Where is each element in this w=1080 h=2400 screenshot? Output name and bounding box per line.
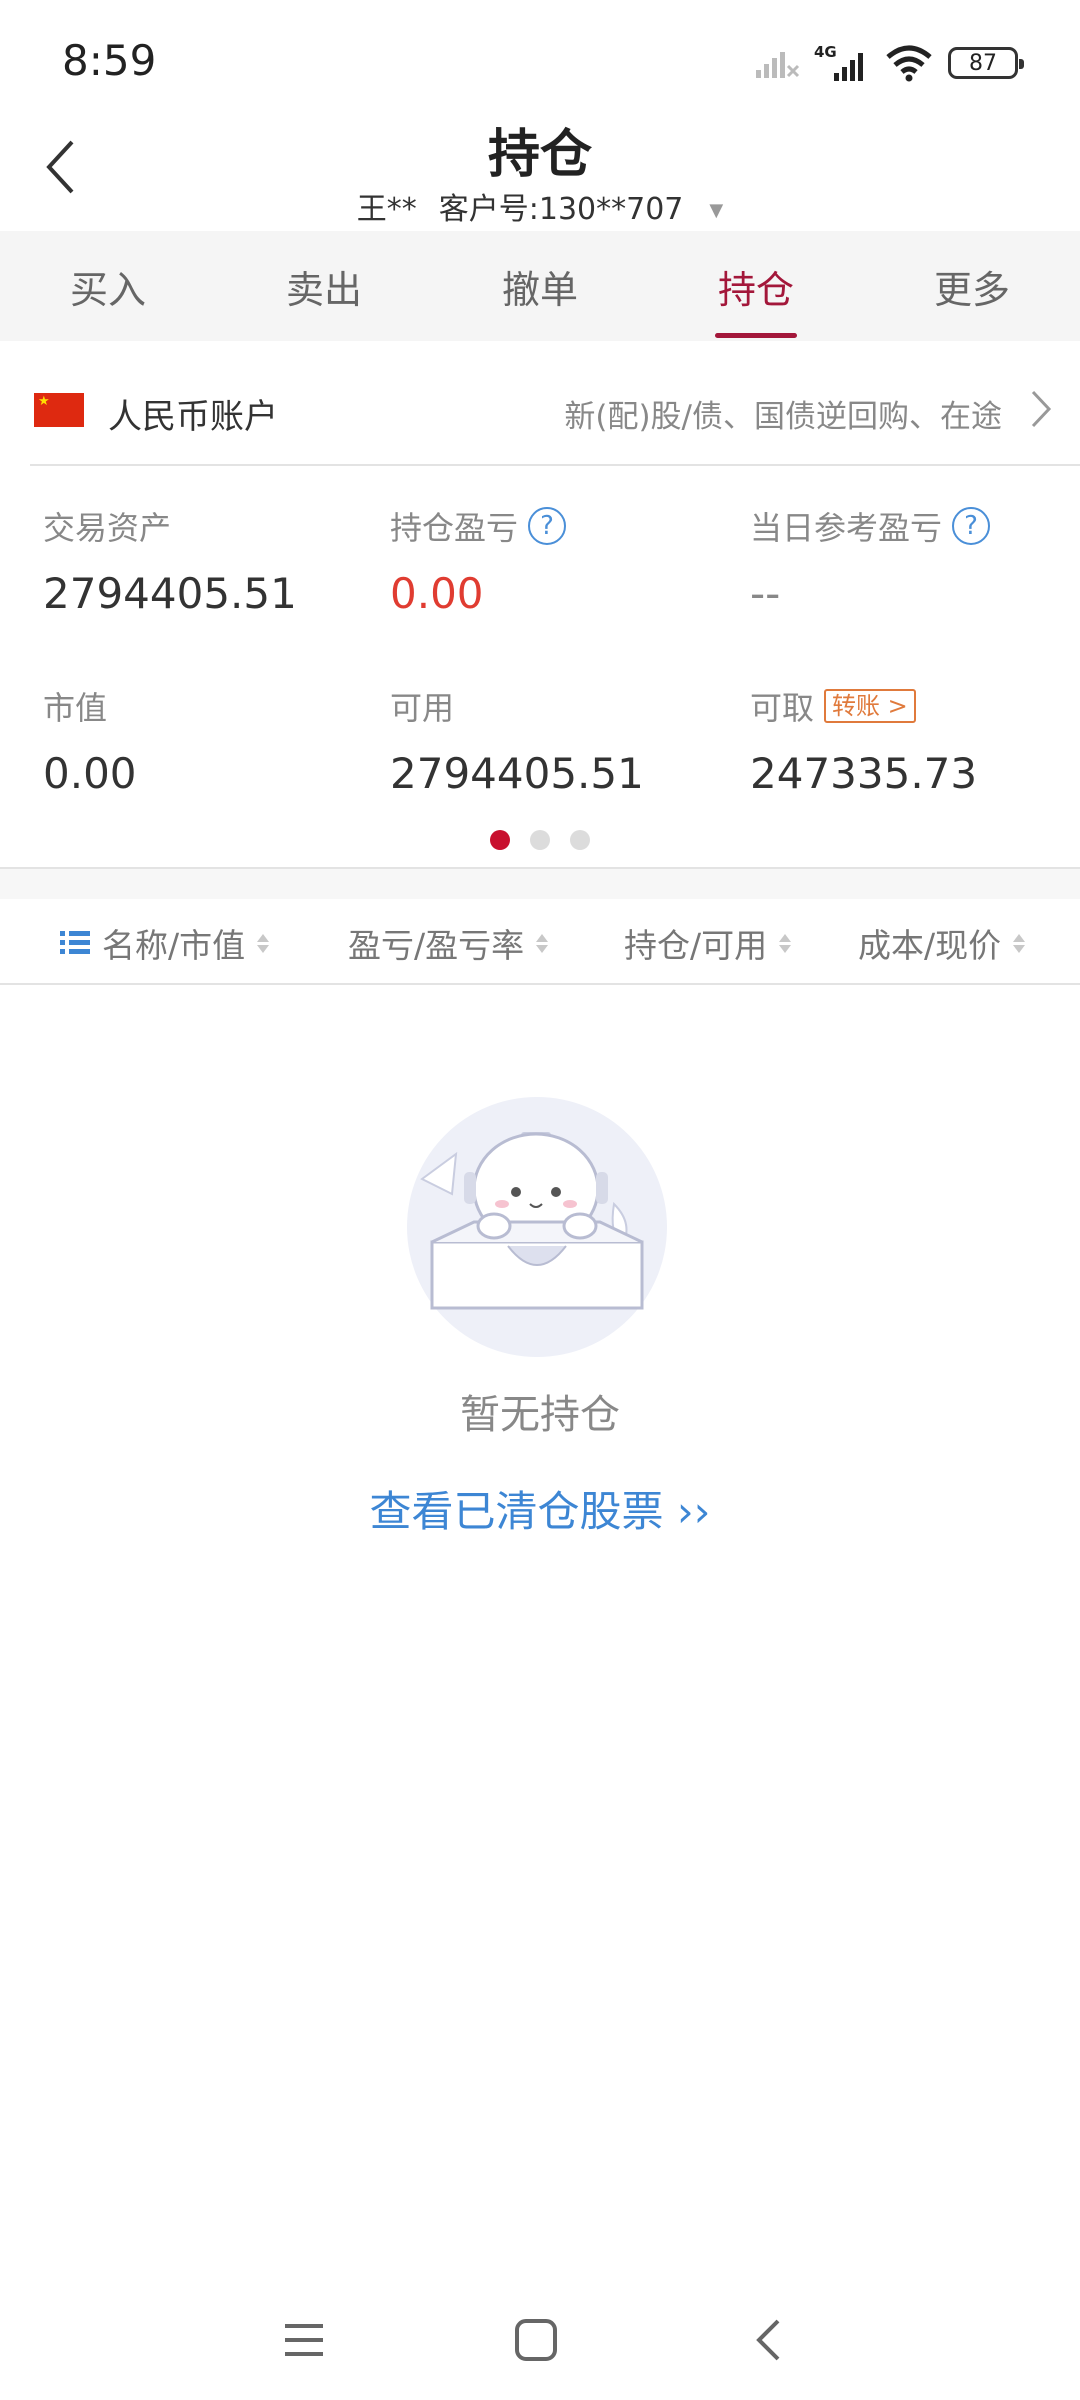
section-divider — [0, 867, 1080, 899]
chevron-right-icon — [1030, 389, 1052, 433]
menu-icon[interactable] — [274, 2310, 334, 2370]
daily-pl-label: 当日参考盈亏 — [750, 509, 943, 547]
battery-icon: 87 — [948, 47, 1024, 79]
page-dot — [570, 830, 590, 850]
nav-back-icon[interactable] — [738, 2310, 798, 2370]
position-pl: 持仓盈亏 ? 0.00 — [390, 503, 567, 618]
list-icon — [60, 931, 90, 954]
position-pl-value: 0.00 — [390, 569, 484, 618]
empty-positions-text: 暂无持仓 — [460, 1392, 620, 1438]
status-bar: 8:59 4G 87 — [0, 0, 1080, 110]
sort-icon — [536, 933, 549, 953]
home-icon[interactable] — [506, 2310, 566, 2370]
china-flag-icon: ★ — [34, 393, 84, 427]
available-value: 2794405.51 — [390, 749, 644, 798]
account-holder-name: 王** — [356, 192, 417, 227]
help-icon[interactable]: ? — [528, 507, 567, 545]
daily-pl: 当日参考盈亏 ? -- — [750, 503, 991, 618]
withdrawable-value: 247335.73 — [750, 749, 978, 798]
empty-box-robot-illustration — [404, 1094, 670, 1360]
withdrawable-label: 可取 — [750, 689, 815, 727]
column-position-label: 持仓/可用 — [624, 926, 768, 965]
positions-table-header: 名称/市值 盈亏/盈亏率 持仓/可用 成本/现价 — [0, 899, 1080, 985]
available-funds: 可用 2794405.51 — [390, 683, 644, 798]
column-name-market-value[interactable]: 名称/市值 — [60, 919, 270, 967]
help-icon[interactable]: ? — [952, 507, 991, 545]
column-cost-price[interactable]: 成本/现价 — [858, 919, 1026, 967]
market-value-value: 0.00 — [43, 749, 137, 798]
daily-pl-value: -- — [750, 569, 781, 618]
position-pl-label: 持仓盈亏 — [390, 509, 519, 547]
withdrawable-funds: 可取 转账 > 247335.73 — [750, 683, 977, 798]
sort-icon — [779, 933, 792, 953]
asset-summary: 交易资产 2794405.51 持仓盈亏 ? 0.00 当日参考盈亏 ? -- … — [0, 467, 1080, 867]
page-dot — [530, 830, 550, 850]
trade-assets-label: 交易资产 — [43, 509, 172, 547]
tab-positions[interactable]: 持仓 — [648, 231, 864, 341]
caret-down-icon: ▼ — [709, 200, 724, 221]
account-type: 人民币账户 — [108, 397, 278, 437]
svg-text:4G: 4G — [814, 43, 837, 61]
account-switcher[interactable]: 王** 客户号:130**707 ▼ — [0, 184, 1080, 228]
market-value-label: 市值 — [43, 689, 108, 727]
customer-number: 客户号:130**707 — [438, 192, 684, 227]
account-row[interactable]: ★ 人民币账户 新(配)股/债、国债逆回购、在途 — [30, 351, 1080, 466]
account-extra-info: 新(配)股/债、国债逆回购、在途 — [564, 399, 1002, 435]
trade-assets-value: 2794405.51 — [43, 569, 297, 618]
header: 持仓 王** 客户号:130**707 ▼ — [0, 110, 1080, 230]
column-pl-label: 盈亏/盈亏率 — [348, 926, 525, 965]
status-icons: 4G 87 — [754, 40, 1024, 86]
signal-4g-icon: 4G — [814, 43, 863, 81]
wifi-icon — [886, 45, 932, 82]
page-title: 持仓 — [487, 125, 592, 185]
tab-more[interactable]: 更多 — [864, 231, 1080, 341]
available-label: 可用 — [390, 689, 455, 727]
column-position-available[interactable]: 持仓/可用 — [624, 919, 792, 967]
page-indicator — [0, 830, 1080, 850]
signal-weak-icon — [756, 52, 800, 78]
view-cleared-stocks-link[interactable]: 查看已清仓股票 ›› — [0, 1478, 1080, 1539]
sort-icon — [1013, 933, 1026, 953]
page-dot-active — [490, 830, 510, 850]
transfer-button[interactable]: 转账 > — [824, 689, 916, 723]
column-profit-loss[interactable]: 盈亏/盈亏率 — [348, 919, 549, 967]
market-value: 市值 0.00 — [43, 683, 137, 798]
tab-cancel-order[interactable]: 撤单 — [432, 231, 648, 341]
trade-assets: 交易资产 2794405.51 — [43, 503, 297, 618]
status-time: 8:59 — [62, 36, 157, 85]
system-navigation-bar — [0, 2290, 1080, 2380]
tab-buy[interactable]: 买入 — [0, 231, 216, 341]
sort-icon — [257, 933, 270, 953]
column-name-label: 名称/市值 — [102, 926, 246, 965]
column-cost-label: 成本/现价 — [858, 926, 1002, 965]
trade-tabs: 买入 卖出 撤单 持仓 更多 — [0, 231, 1080, 341]
tab-sell[interactable]: 卖出 — [216, 231, 432, 341]
